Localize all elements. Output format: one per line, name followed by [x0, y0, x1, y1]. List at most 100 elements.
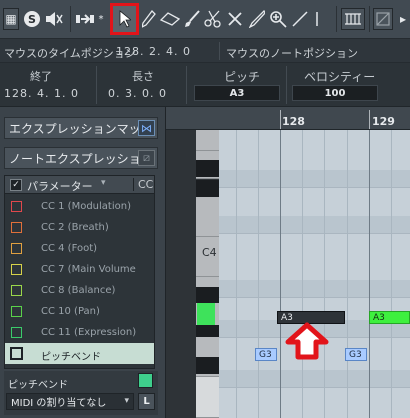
pencil-icon — [142, 10, 156, 28]
velocity-label: ベロシティー — [304, 70, 376, 84]
mute-tool[interactable] — [225, 8, 245, 30]
keyboard-layout-button[interactable]: ▦ — [3, 8, 19, 30]
ruler-corner — [166, 107, 219, 130]
parameter-row[interactable]: CC 2 (Breath) — [5, 217, 154, 238]
parameter-row[interactable]: CC 7 (Main Volume — [5, 259, 154, 280]
move-insert-button[interactable]: * — [96, 8, 106, 30]
parameter-checkbox[interactable] — [11, 243, 22, 254]
object-select-tool[interactable] — [113, 8, 136, 30]
ruler-tick — [280, 110, 281, 129]
line-tool[interactable] — [290, 8, 310, 30]
draw-tool[interactable] — [140, 8, 158, 30]
paint-tool[interactable] — [182, 8, 202, 30]
glue-tool[interactable] — [247, 8, 267, 30]
parameter-checkbox[interactable] — [10, 347, 23, 360]
note-event-g3[interactable]: G3 — [345, 348, 367, 361]
chevron-icon: ▸ — [399, 12, 407, 26]
parameter-checkbox[interactable] — [11, 285, 22, 296]
parameter-row[interactable]: CC 11 (Expression) — [5, 322, 154, 343]
solo-icon: S — [24, 11, 40, 27]
expression-map-section[interactable]: エクスプレッションマップ ⋈ — [4, 117, 158, 139]
mouse-note-label: マウスのノートポジション — [226, 47, 358, 60]
length-value[interactable]: 0. 3. 0. 0 — [108, 87, 167, 100]
pitch-label: ピッチ — [224, 70, 261, 84]
parameter-name: CC 2 (Breath) — [41, 222, 109, 233]
note-expression-section[interactable]: ノートエクスプレッション ⧄ — [4, 147, 158, 169]
timeline-ruler[interactable]: 128 129 — [219, 107, 410, 130]
parameter-checkbox[interactable] — [11, 306, 22, 317]
snap-button[interactable] — [373, 8, 393, 30]
quantize-icon — [345, 13, 361, 25]
parameter-checkbox[interactable] — [11, 264, 22, 275]
step-input-button[interactable] — [74, 8, 96, 30]
ruler-tick — [369, 110, 370, 129]
bowtie-icon[interactable]: ⋈ — [138, 120, 155, 136]
paintbrush-icon — [185, 10, 200, 27]
velocity-field[interactable]: 100 — [292, 85, 378, 101]
parameter-checkbox[interactable] — [11, 201, 22, 212]
play-tool[interactable] — [312, 8, 332, 30]
header-checkbox[interactable]: ✓ — [10, 179, 22, 191]
event-infoline: 終了 128. 4. 1. 0 長さ 0. 3. 0. 0 ピッチ A3 ベロシ… — [0, 63, 410, 107]
acoustic-feedback-button[interactable] — [43, 8, 65, 30]
more-button[interactable]: ▸ — [397, 8, 409, 30]
midi-learn-button[interactable]: L — [138, 393, 155, 410]
expression-map-label: エクスプレッションマップ — [9, 121, 153, 136]
note-event-a3[interactable]: A3 — [369, 311, 410, 324]
parameter-name: CC 4 (Foot) — [41, 243, 98, 254]
parameter-row[interactable]: CC 8 (Balance) — [5, 280, 154, 301]
parameter-name: CC 11 (Expression) — [41, 327, 137, 338]
line-icon — [292, 11, 308, 27]
mouse-time-value: 128. 2. 4. 0 — [116, 45, 191, 58]
mute-speaker-icon — [46, 12, 63, 26]
zoom-icon — [270, 11, 287, 28]
parameter-list-header: ✓ パラメーター ▾ CC — [5, 176, 154, 194]
pitchbend-settings: ピッチベンド MIDI の割り当てなし ▾ L — [4, 371, 158, 415]
piano-key[interactable] — [196, 357, 219, 374]
c4-label: C4 — [201, 246, 218, 259]
parameter-checkbox[interactable] — [11, 327, 22, 338]
erase-tool[interactable] — [159, 8, 181, 30]
audition-icon — [316, 12, 318, 26]
parameter-row[interactable]: CC 4 (Foot) — [5, 238, 154, 259]
red-arrow-icon — [285, 322, 329, 360]
quantize-button[interactable] — [341, 8, 365, 30]
mute-x-icon — [228, 12, 242, 26]
piano-key[interactable] — [196, 197, 219, 237]
piano-keyboard: C4 — [166, 107, 219, 418]
split-tool[interactable] — [203, 8, 223, 30]
asterisk-icon: * — [98, 13, 104, 25]
step-input-icon — [76, 14, 94, 24]
pitch-field[interactable]: A3 — [194, 85, 280, 101]
param-header-col: CC — [133, 178, 153, 191]
piano-key[interactable] — [196, 287, 219, 304]
piano-key[interactable] — [196, 377, 219, 418]
info-line: マウスのタイムポジション 128. 2. 4. 0 マウスのノートポジション — [0, 38, 410, 63]
parameter-row[interactable]: ピッチベンド — [5, 343, 154, 364]
note-expression-label: ノートエクスプレッション — [9, 151, 153, 166]
parameter-row[interactable]: CC 10 (Pan) — [5, 301, 154, 322]
pitchbend-label: ピッチベンド — [8, 380, 68, 391]
chevron-down-icon: ▾ — [124, 396, 129, 406]
piano-key[interactable] — [196, 130, 219, 151]
parameter-checkbox[interactable] — [11, 222, 22, 233]
solo-button[interactable]: S — [22, 8, 42, 30]
note-event-g3[interactable]: G3 — [255, 348, 277, 361]
chevron-down-icon[interactable]: ▾ — [101, 178, 106, 188]
snap-icon[interactable]: ⧄ — [138, 150, 155, 166]
scissors-icon — [204, 10, 221, 28]
note-editor-grid[interactable]: A3 A3 G3 G3 — [219, 130, 410, 418]
piano-key[interactable] — [196, 160, 219, 177]
piano-key[interactable] — [196, 180, 219, 197]
parameter-list: ✓ パラメーター ▾ CC CC 1 (Modulation) CC 2 (Bre… — [4, 175, 155, 369]
end-value[interactable]: 128. 4. 1. 0 — [4, 87, 79, 100]
parameter-name: CC 1 (Modulation) — [41, 201, 131, 212]
zoom-tool[interactable] — [268, 8, 288, 30]
midi-assignment-dropdown[interactable]: MIDI の割り当てなし ▾ — [6, 393, 134, 410]
snap-icon — [376, 12, 390, 26]
midi-dropdown-value: MIDI の割り当てなし — [11, 398, 107, 409]
eraser-icon — [160, 12, 180, 26]
end-label: 終了 — [30, 70, 52, 83]
parameter-row[interactable]: CC 1 (Modulation) — [5, 196, 154, 217]
pitchbend-color-swatch[interactable] — [138, 373, 153, 388]
